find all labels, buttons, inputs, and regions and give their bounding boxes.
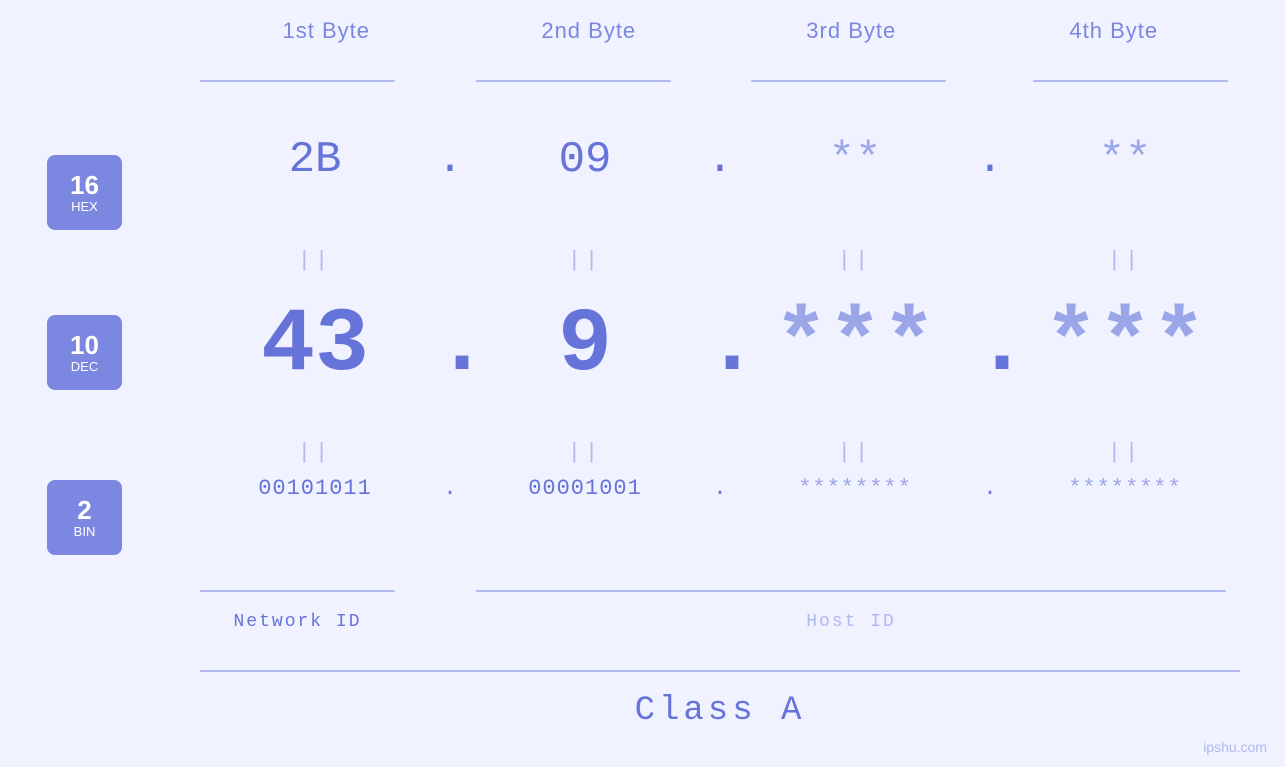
bin-row: 00101011 . 00001001 . ******** . *******…: [195, 476, 1245, 501]
equals-row-2: || || || ||: [195, 440, 1245, 465]
eq1-b4: ||: [1005, 248, 1245, 273]
dec-byte2: 9: [465, 295, 705, 397]
bracket-b1-top: [200, 80, 395, 82]
header-byte2: 2nd Byte: [458, 18, 721, 44]
badge-bin-label: BIN: [74, 524, 96, 539]
hex-byte2: 09: [465, 135, 705, 185]
bin-byte1: 00101011: [195, 476, 435, 501]
hex-dot1: .: [435, 135, 465, 185]
dec-byte3: ***: [735, 295, 975, 397]
bin-byte3: ********: [735, 476, 975, 501]
bin-dot1: .: [435, 476, 465, 501]
bin-dot3: .: [975, 476, 1005, 501]
bracket-b1-bot: [200, 590, 395, 592]
equals-row-1: || || || ||: [195, 248, 1245, 273]
label-network-id: Network ID: [200, 612, 395, 632]
badge-hex-num: 16: [70, 171, 99, 200]
dec-byte4: ***: [1005, 295, 1245, 397]
eq2-b3: ||: [735, 440, 975, 465]
header-byte3: 3rd Byte: [720, 18, 983, 44]
bin-byte4: ********: [1005, 476, 1245, 501]
dec-dot3: .: [975, 295, 1005, 397]
dec-byte1: 43: [195, 295, 435, 397]
label-host-id: Host ID: [476, 612, 1226, 632]
eq1-b2: ||: [465, 248, 705, 273]
hex-row: 2B . 09 . ** . **: [195, 135, 1245, 185]
badge-hex: 16 HEX: [47, 155, 122, 230]
watermark: ipshu.com: [1203, 739, 1267, 755]
eq2-b1: ||: [195, 440, 435, 465]
header-byte1: 1st Byte: [195, 18, 458, 44]
badge-bin: 2 BIN: [47, 480, 122, 555]
headers-row: 1st Byte 2nd Byte 3rd Byte 4th Byte: [195, 18, 1245, 44]
hex-byte3: **: [735, 135, 975, 185]
dec-row: 43 . 9 . *** . ***: [195, 295, 1245, 397]
dec-dot2: .: [705, 295, 735, 397]
badge-dec-label: DEC: [71, 359, 98, 374]
hex-byte1: 2B: [195, 135, 435, 185]
bracket-b234-bot: [476, 590, 1226, 592]
hex-dot3: .: [975, 135, 1005, 185]
hex-byte4: **: [1005, 135, 1245, 185]
header-byte4: 4th Byte: [983, 18, 1246, 44]
eq2-b2: ||: [465, 440, 705, 465]
bracket-b2-top: [476, 80, 671, 82]
bracket-class: [200, 670, 1240, 672]
eq2-b4: ||: [1005, 440, 1245, 465]
label-class: Class A: [195, 692, 1245, 730]
badge-bin-num: 2: [77, 496, 91, 525]
badge-hex-label: HEX: [71, 199, 98, 214]
eq1-b1: ||: [195, 248, 435, 273]
badge-dec-num: 10: [70, 331, 99, 360]
bin-byte2: 00001001: [465, 476, 705, 501]
main-container: 1st Byte 2nd Byte 3rd Byte 4th Byte 16 H…: [0, 0, 1285, 767]
bin-dot2: .: [705, 476, 735, 501]
badge-dec: 10 DEC: [47, 315, 122, 390]
bracket-b4-top: [1033, 80, 1228, 82]
bracket-b3-top: [751, 80, 946, 82]
eq1-b3: ||: [735, 248, 975, 273]
dec-dot1: .: [435, 295, 465, 397]
hex-dot2: .: [705, 135, 735, 185]
